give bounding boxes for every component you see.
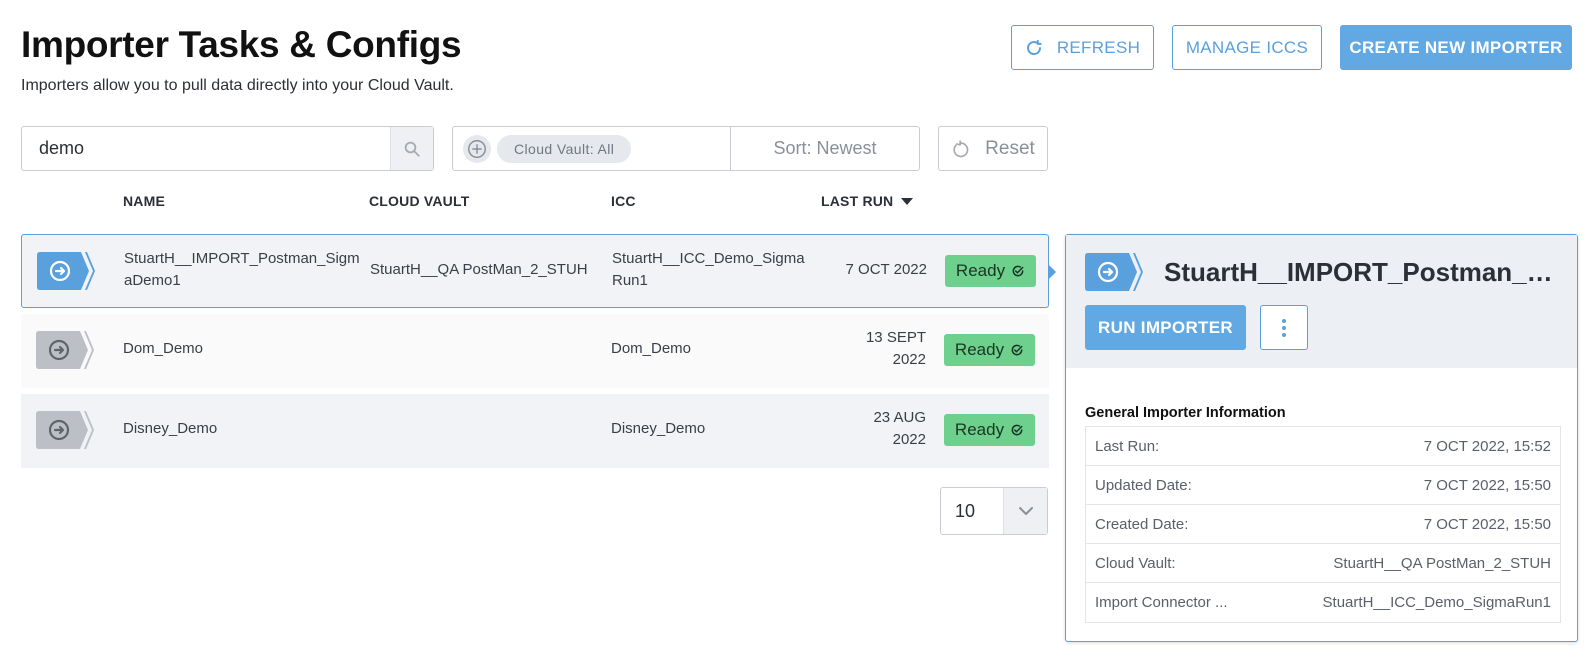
- check-circle-icon: [1010, 343, 1024, 357]
- more-options-button[interactable]: [1260, 305, 1308, 350]
- info-value: StuartH__ICC_Demo_SigmaRun1: [1322, 594, 1551, 611]
- importer-last-run: 23 AUG 2022: [873, 409, 926, 448]
- info-label: Cloud Vault:: [1095, 554, 1176, 572]
- add-filter-button[interactable]: [463, 134, 491, 163]
- importer-arrow-icon: [1085, 253, 1145, 296]
- status-label: Ready: [954, 340, 1005, 359]
- importer-arrow-icon: [36, 411, 96, 454]
- chevron-down-icon: [1018, 506, 1034, 516]
- refresh-icon: [1025, 39, 1043, 57]
- info-heading: General Importer Information: [1085, 405, 1286, 421]
- importer-name: Disney_Demo: [123, 420, 218, 437]
- status-badge: Ready: [944, 414, 1035, 446]
- table-row[interactable]: Dom_Demo Dom_Demo 13 SEPT 2022 Ready: [21, 314, 1049, 388]
- info-value: 7 OCT 2022, 15:50: [1423, 515, 1551, 533]
- reset-button[interactable]: Reset: [938, 126, 1048, 171]
- importer-arrow-icon: [37, 252, 97, 295]
- page-size-toggle[interactable]: [1003, 488, 1047, 534]
- column-header-name[interactable]: NAME: [123, 193, 165, 209]
- info-value: 7 OCT 2022, 15:50: [1423, 476, 1551, 494]
- info-row: Created Date: 7 OCT 2022, 15:50: [1086, 505, 1560, 544]
- status-label: Ready: [954, 420, 1005, 439]
- refresh-label: REFRESH: [1056, 37, 1141, 57]
- page-title: Importer Tasks & Configs: [21, 24, 462, 65]
- filter-bar: Cloud Vault: All Sort: Newest: [452, 126, 920, 171]
- sort-dropdown[interactable]: Sort: Newest: [731, 127, 919, 170]
- info-value: StuartH__QA PostMan_2_STUH: [1333, 554, 1551, 572]
- status-badge: Ready: [944, 334, 1035, 366]
- page-subtitle: Importers allow you to pull data directl…: [21, 77, 454, 94]
- info-value: 7 OCT 2022, 15:52: [1423, 437, 1551, 455]
- info-row: Updated Date: 7 OCT 2022, 15:50: [1086, 466, 1560, 505]
- column-header-icc[interactable]: ICC: [611, 193, 636, 209]
- info-row: Last Run: 7 OCT 2022, 15:52: [1086, 427, 1560, 466]
- search-box: [21, 126, 434, 171]
- importer-name: StuartH__IMPORT_Postman_SigmaDemo1: [124, 250, 360, 289]
- search-icon: [403, 140, 421, 158]
- check-circle-icon: [1011, 264, 1025, 278]
- table-row[interactable]: Disney_Demo Disney_Demo 23 AUG 2022 Read…: [21, 394, 1049, 468]
- search-button[interactable]: [390, 127, 433, 170]
- info-label: Updated Date:: [1095, 476, 1192, 494]
- column-header-last-run-label: LAST RUN: [821, 193, 894, 209]
- cloud-vault-filter-chip[interactable]: Cloud Vault: All: [497, 134, 632, 163]
- page-size-value: 10: [955, 500, 976, 521]
- importer-last-run: 7 OCT 2022: [845, 261, 927, 278]
- status-badge: Ready: [945, 255, 1036, 287]
- column-header-cloud-vault[interactable]: CLOUD VAULT: [369, 193, 469, 209]
- plus-circle-icon: [466, 138, 488, 160]
- info-row: Import Connector ... StuartH__ICC_Demo_S…: [1086, 583, 1560, 622]
- check-circle-icon: [1010, 423, 1024, 437]
- detail-panel-header: StuartH__IMPORT_Postman_SigmaDemo1 RUN I…: [1066, 235, 1577, 368]
- importer-detail-panel: StuartH__IMPORT_Postman_SigmaDemo1 RUN I…: [1065, 234, 1578, 642]
- column-header-last-run[interactable]: LAST RUN: [821, 193, 914, 209]
- importer-icc: StuartH__ICC_Demo_SigmaRun1: [612, 250, 805, 289]
- table-row[interactable]: StuartH__IMPORT_Postman_SigmaDemo1 Stuar…: [21, 234, 1049, 308]
- reset-label: Reset: [985, 137, 1035, 159]
- refresh-button[interactable]: REFRESH: [1011, 25, 1154, 70]
- info-label: Import Connector ...: [1095, 594, 1228, 611]
- more-vertical-icon: [1281, 318, 1287, 338]
- search-input[interactable]: [22, 127, 390, 170]
- detail-title: StuartH__IMPORT_Postman_SigmaDemo1: [1164, 257, 1562, 287]
- importer-cloud-vault: StuartH__QA PostMan_2_STUH: [370, 261, 588, 278]
- panel-pointer: [1049, 265, 1056, 279]
- info-row: Cloud Vault: StuartH__QA PostMan_2_STUH: [1086, 544, 1560, 583]
- importer-icc: Dom_Demo: [611, 340, 692, 357]
- caret-down-icon: [901, 197, 914, 205]
- importer-name: Dom_Demo: [123, 340, 204, 357]
- status-label: Ready: [955, 261, 1006, 280]
- info-label: Created Date:: [1095, 515, 1189, 533]
- reset-icon: [951, 139, 971, 159]
- create-new-importer-button[interactable]: CREATE NEW IMPORTER: [1340, 25, 1572, 70]
- manage-iccs-button[interactable]: MANAGE ICCS: [1172, 25, 1322, 70]
- run-importer-button[interactable]: RUN IMPORTER: [1085, 305, 1246, 350]
- importer-arrow-icon: [36, 331, 96, 374]
- info-label: Last Run:: [1095, 437, 1160, 455]
- info-table: Last Run: 7 OCT 2022, 15:52 Updated Date…: [1085, 426, 1561, 623]
- importer-last-run: 13 SEPT 2022: [865, 329, 926, 368]
- importer-icc: Disney_Demo: [611, 420, 706, 437]
- page-size-select[interactable]: 10: [940, 487, 1048, 535]
- filter-chips: Cloud Vault: All: [453, 127, 731, 170]
